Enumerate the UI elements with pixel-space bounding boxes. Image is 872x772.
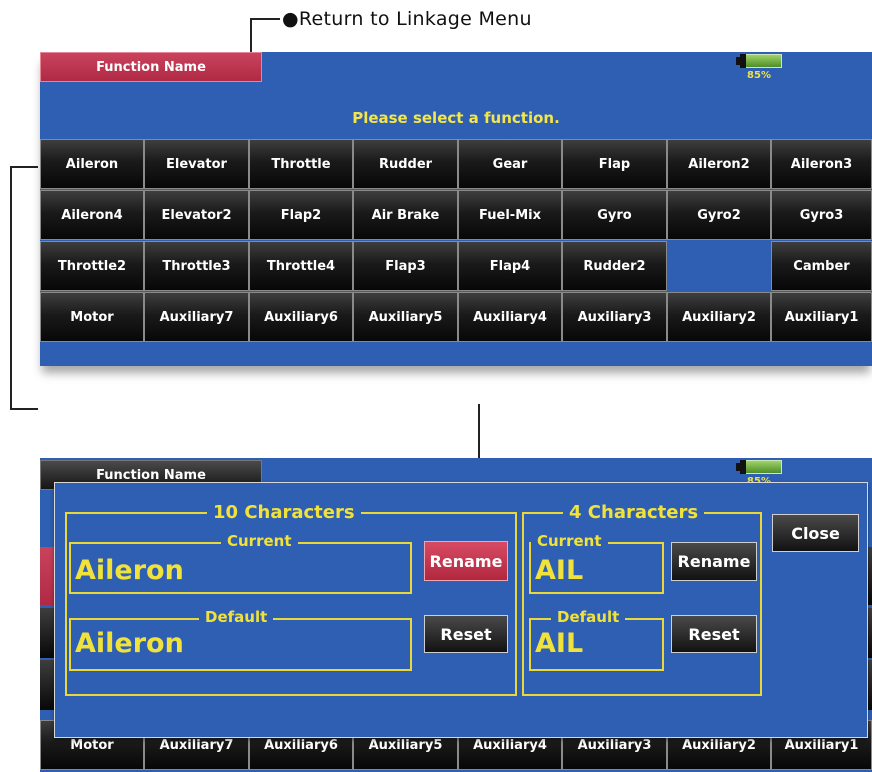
function-name-tab[interactable]: Function Name: [40, 52, 262, 82]
underlying-cell-edge: [40, 547, 54, 605]
function-button-flap[interactable]: Flap: [562, 139, 667, 189]
battery-icon: [736, 54, 782, 68]
current-label: Current: [531, 534, 608, 549]
function-button-motor[interactable]: Motor: [40, 292, 144, 342]
function-button-auxiliary6[interactable]: Auxiliary6: [249, 292, 353, 342]
function-button-flap3[interactable]: Flap3: [353, 241, 458, 291]
underlying-cell-edge: [40, 608, 54, 658]
function-button-aileron3[interactable]: Aileron3: [771, 139, 872, 189]
select-function-prompt: Please select a function.: [352, 109, 560, 127]
function-button-aileron2[interactable]: Aileron2: [667, 139, 771, 189]
function-button-elevator2[interactable]: Elevator2: [144, 190, 249, 240]
callout-line: [250, 18, 280, 56]
connector-line-drop: [478, 404, 480, 460]
function-button-auxiliary4[interactable]: Auxiliary4: [458, 292, 562, 342]
function-button-auxiliary3[interactable]: Auxiliary3: [562, 292, 667, 342]
function-button-gyro2[interactable]: Gyro2: [667, 190, 771, 240]
connector-line: [10, 166, 38, 410]
reset-short-button[interactable]: Reset: [671, 615, 757, 653]
return-to-linkage-menu-note: ●Return to Linkage Menu: [282, 8, 532, 30]
current-label: Current: [221, 534, 298, 549]
function-button-gyro[interactable]: Gyro: [562, 190, 667, 240]
rename-long-button[interactable]: Rename: [424, 541, 508, 581]
empty-slot: [667, 241, 771, 291]
function-button-gyro3[interactable]: Gyro3: [771, 190, 872, 240]
battery-icon: [736, 460, 782, 474]
function-button-rudder2[interactable]: Rudder2: [562, 241, 667, 291]
function-button-elevator[interactable]: Elevator: [144, 139, 249, 189]
function-button-flap4[interactable]: Flap4: [458, 241, 562, 291]
function-button-aileron4[interactable]: Aileron4: [40, 190, 144, 240]
function-button-throttle4[interactable]: Throttle4: [249, 241, 353, 291]
function-button-flap2[interactable]: Flap2: [249, 190, 353, 240]
default-label: Default: [551, 610, 626, 625]
function-button-auxiliary7[interactable]: Auxiliary7: [144, 292, 249, 342]
close-button[interactable]: Close: [772, 514, 859, 552]
reset-long-button[interactable]: Reset: [424, 615, 508, 653]
default-short-name: AIL: [535, 628, 584, 659]
function-button-auxiliary1[interactable]: Auxiliary1: [771, 292, 872, 342]
function-button-auxiliary5[interactable]: Auxiliary5: [353, 292, 458, 342]
default-label: Default: [199, 610, 274, 625]
rename-short-button[interactable]: Rename: [671, 542, 757, 581]
current-long-name: Aileron: [75, 555, 184, 586]
current-short-name: AIL: [535, 555, 584, 586]
function-button-throttle3[interactable]: Throttle3: [144, 241, 249, 291]
function-button-auxiliary2[interactable]: Auxiliary2: [667, 292, 771, 342]
function-button-aileron[interactable]: Aileron: [40, 139, 144, 189]
ten-characters-title: 10 Characters: [207, 504, 361, 522]
four-characters-title: 4 Characters: [563, 504, 705, 522]
function-button-gear[interactable]: Gear: [458, 139, 562, 189]
function-button-rudder[interactable]: Rudder: [353, 139, 458, 189]
default-long-name: Aileron: [75, 628, 184, 659]
function-button-fuel-mix[interactable]: Fuel-Mix: [458, 190, 562, 240]
function-button-throttle2[interactable]: Throttle2: [40, 241, 144, 291]
underlying-cell-edge: [40, 660, 54, 710]
battery-percent: 85%: [747, 70, 771, 81]
function-select-screen: Function Name 85% Please select a functi…: [40, 52, 872, 366]
function-button-camber[interactable]: Camber: [771, 241, 872, 291]
rename-dialog: 10 Characters Current Aileron Default Ai…: [54, 482, 868, 738]
function-button-throttle[interactable]: Throttle: [249, 139, 353, 189]
function-button-air-brake[interactable]: Air Brake: [353, 190, 458, 240]
